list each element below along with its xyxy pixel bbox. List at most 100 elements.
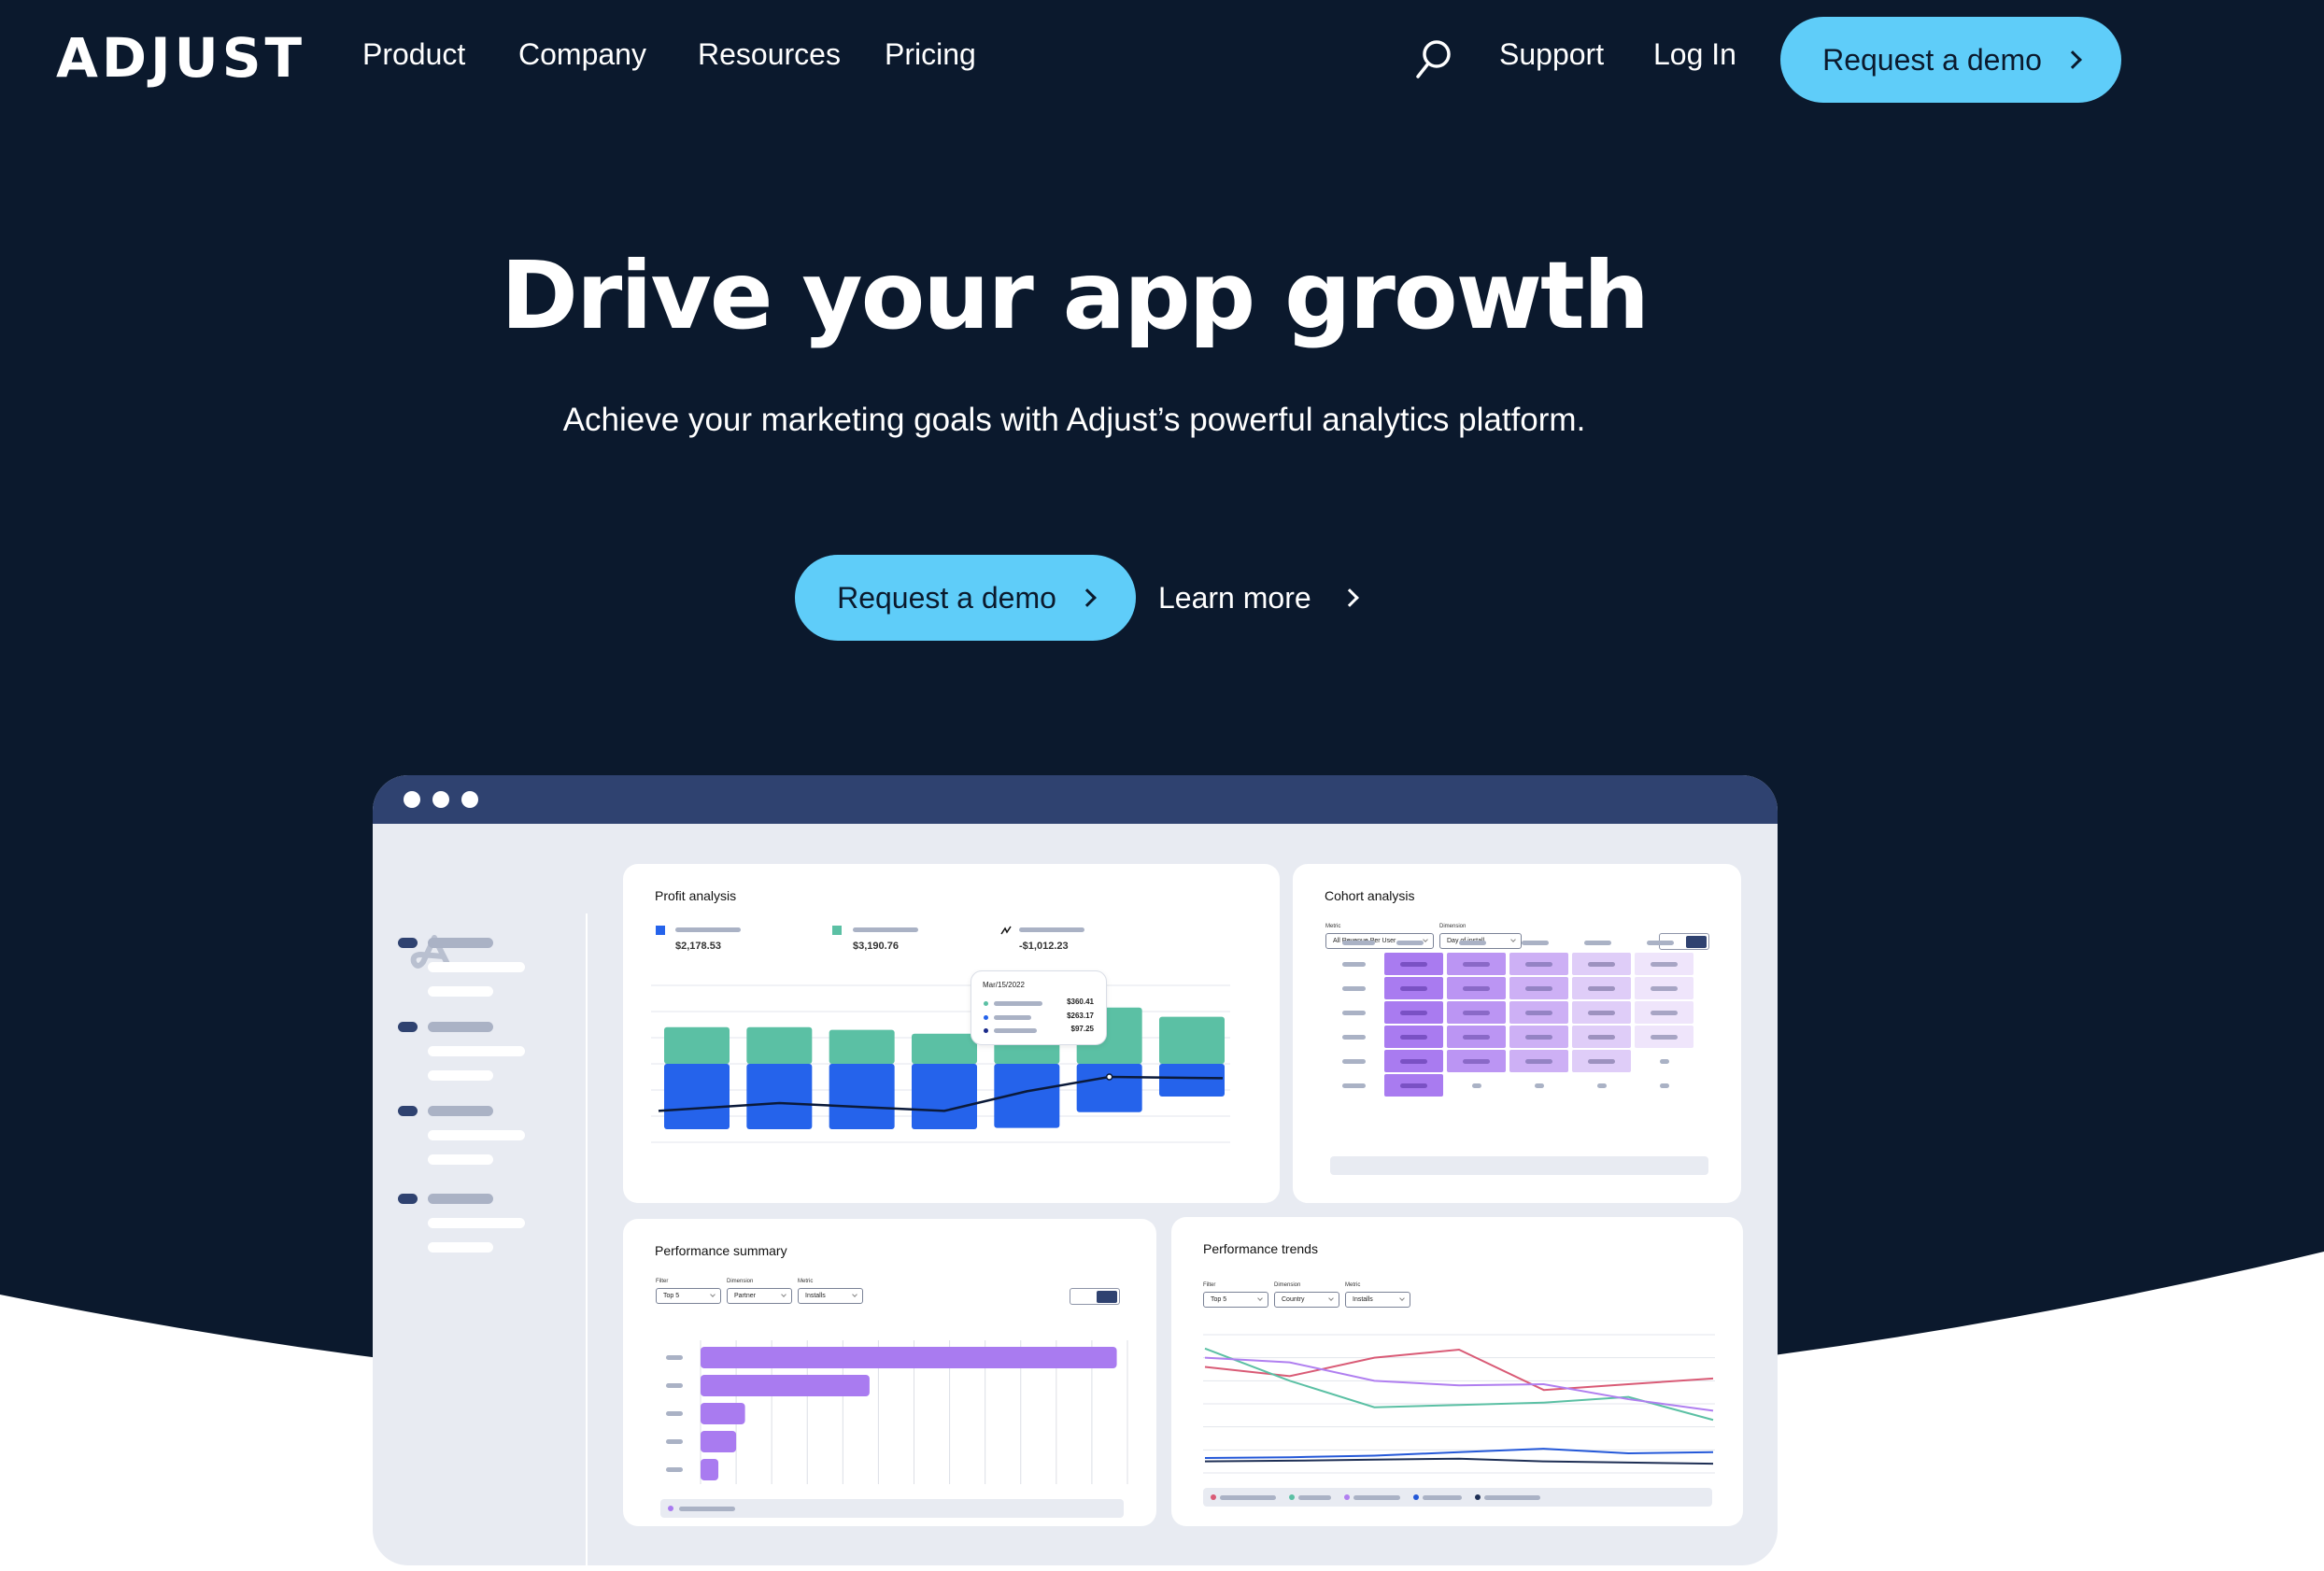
- bar-blue: [829, 1064, 895, 1129]
- sidebar-label-placeholder: [428, 1022, 493, 1032]
- cohort-cell: [1447, 1050, 1506, 1072]
- cohort-cell: [1635, 953, 1693, 975]
- metric-dropdown[interactable]: Installs: [798, 1288, 863, 1304]
- sidebar-bullet: [398, 1022, 418, 1032]
- legend-label-placeholder: [675, 927, 741, 932]
- tooltip-label-placeholder: [994, 1015, 1031, 1020]
- sidebar-bullet: [398, 1194, 418, 1204]
- summary-bar: [701, 1431, 737, 1452]
- trends-title: Performance trends: [1203, 1241, 1318, 1256]
- legend-label-placeholder: [1298, 1495, 1331, 1500]
- cohort-cell-value-placeholder: [1400, 1059, 1427, 1064]
- cohort-cell-value-placeholder: [1651, 1011, 1678, 1015]
- bar-blue: [664, 1064, 730, 1129]
- cohort-cell-value-placeholder: [1588, 962, 1615, 967]
- profit-chart: [651, 984, 1230, 1143]
- cohort-cell-value-placeholder: [1651, 986, 1678, 991]
- window-dot: [461, 791, 478, 808]
- filter-dropdown[interactable]: Top 5: [656, 1288, 721, 1304]
- tooltip-dot: [984, 1028, 988, 1033]
- tooltip-dot: [984, 1015, 988, 1020]
- metric-label: Metric: [798, 1279, 814, 1284]
- nav-link-company[interactable]: Company: [518, 37, 646, 72]
- profit-analysis-panel: Profit analysis $2,178.53 $3,190.76 -$1,…: [623, 864, 1280, 1203]
- legend-dot: [1413, 1494, 1419, 1500]
- cohort-cell-value-placeholder: [1588, 986, 1615, 991]
- legend-dot: [1344, 1494, 1350, 1500]
- stat-value: $2,178.53: [675, 941, 721, 952]
- metric-value: Installs: [1353, 1296, 1373, 1303]
- bar-blue: [1159, 1064, 1225, 1097]
- cohort-cell: [1384, 953, 1443, 975]
- cohort-cell-value-placeholder: [1400, 1083, 1427, 1088]
- nav-link-support[interactable]: Support: [1499, 37, 1604, 72]
- hero-request-demo-button[interactable]: Request a demo: [795, 555, 1136, 641]
- profit-title: Profit analysis: [655, 888, 737, 903]
- nav-link-login[interactable]: Log In: [1653, 37, 1736, 72]
- adjust-logo[interactable]: ADJUST: [52, 26, 306, 90]
- nav-link-pricing[interactable]: Pricing: [885, 37, 976, 72]
- window-dot: [404, 791, 420, 808]
- cohort-cell-value-placeholder: [1400, 986, 1427, 991]
- summary-chart: [666, 1340, 1128, 1484]
- legend-label-placeholder: [1019, 927, 1084, 932]
- summary-bar: [701, 1347, 1117, 1368]
- chevron-right-icon: [1339, 588, 1359, 607]
- cohort-cell: [1447, 953, 1506, 975]
- cohort-empty-marker: [1660, 1083, 1669, 1088]
- bar-label-placeholder: [666, 1383, 683, 1388]
- dashboard-mockup: Profit analysis $2,178.53 $3,190.76 -$1,…: [373, 775, 1778, 1565]
- cohort-cell-value-placeholder: [1525, 1011, 1552, 1015]
- cohort-cell: [1572, 977, 1631, 999]
- filter-dropdown[interactable]: Top 5: [1203, 1292, 1268, 1308]
- chevron-down-icon: [1328, 1295, 1334, 1301]
- cohort-cell: [1572, 1026, 1631, 1048]
- legend-dot: [668, 1506, 673, 1511]
- tooltip-value: $263.17: [1067, 1012, 1094, 1020]
- top-nav: ADJUST Product Company Resources Pricing…: [0, 0, 2324, 120]
- cohort-cell: [1384, 1026, 1443, 1048]
- nav-request-demo-button[interactable]: Request a demo: [1780, 17, 2121, 103]
- bar-blue: [746, 1064, 813, 1129]
- filter-label: Filter: [656, 1279, 669, 1284]
- sidebar-label-placeholder: [428, 1106, 493, 1116]
- chevron-right-icon: [2063, 50, 2082, 69]
- table-view-icon[interactable]: [1097, 1291, 1117, 1303]
- cohort-cell-value-placeholder: [1525, 962, 1552, 967]
- cohort-cell-value-placeholder: [1400, 1035, 1427, 1040]
- chevron-down-icon: [1257, 1295, 1263, 1301]
- cohort-cell: [1509, 1050, 1568, 1072]
- cohort-header-placeholder: [1342, 941, 1375, 945]
- chevron-down-icon: [1423, 937, 1428, 942]
- bar-green: [664, 1026, 730, 1064]
- chevron-down-icon: [710, 1292, 716, 1297]
- cohort-cell: [1509, 977, 1568, 999]
- sidebar-subitem-placeholder: [428, 1130, 525, 1140]
- metric-dropdown[interactable]: Installs: [1345, 1292, 1410, 1308]
- metric-label: Metric: [1325, 924, 1341, 929]
- table-view-icon[interactable]: [1686, 936, 1707, 948]
- learn-more-link[interactable]: Learn more: [1158, 555, 1359, 641]
- cohort-cell: [1635, 1001, 1693, 1024]
- nav-link-product[interactable]: Product: [362, 37, 465, 72]
- cohort-cell: [1572, 1001, 1631, 1024]
- cohort-header-placeholder: [1584, 941, 1611, 945]
- tooltip-dot: [984, 1001, 988, 1006]
- logo-text: ADJUST: [56, 26, 306, 90]
- search-icon[interactable]: [1412, 37, 1453, 80]
- cohort-cell: [1635, 1026, 1693, 1048]
- bar-label-placeholder: [666, 1411, 683, 1416]
- dimension-dropdown[interactable]: Country: [1274, 1292, 1339, 1308]
- nav-link-resources[interactable]: Resources: [698, 37, 841, 72]
- cohort-row-label-placeholder: [1342, 962, 1366, 967]
- cohort-title: Cohort analysis: [1325, 888, 1415, 903]
- chevron-down-icon: [781, 1292, 786, 1297]
- dimension-dropdown[interactable]: Partner: [727, 1288, 792, 1304]
- chart-table-toggle[interactable]: [1070, 1288, 1120, 1305]
- tooltip-label-placeholder: [994, 1028, 1037, 1033]
- legend-dot: [1211, 1494, 1216, 1500]
- cohort-cell-value-placeholder: [1525, 1035, 1552, 1040]
- cohort-cell-value-placeholder: [1463, 1035, 1490, 1040]
- hero-request-demo-label: Request a demo: [837, 580, 1056, 615]
- cohort-header-placeholder: [1647, 941, 1674, 945]
